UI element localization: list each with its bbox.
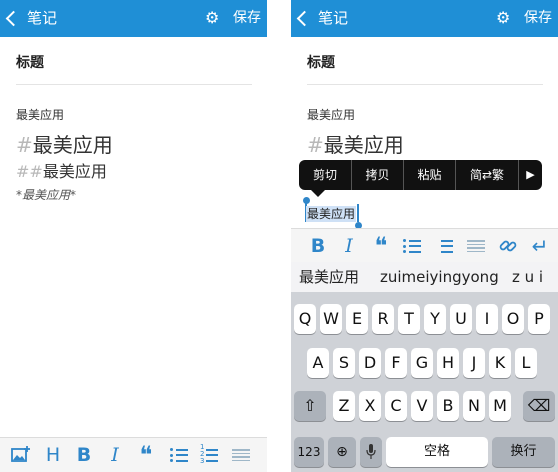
body-line-plain[interactable]: 最美应用 (16, 106, 64, 123)
key[interactable]: W (320, 304, 342, 334)
link-icon[interactable] (495, 229, 521, 263)
format-toolbar: | B I ❝ ↵ (291, 228, 558, 264)
numbered-list-icon[interactable]: 1 2 3 (200, 444, 218, 465)
body-line-h2[interactable]: ##最美应用 (16, 158, 107, 182)
h2-markdown-mark: ## (16, 162, 43, 181)
selection-end-bar (357, 204, 359, 222)
back-button[interactable]: 笔记 (5, 9, 58, 27)
space-key[interactable]: 空格 (386, 437, 488, 467)
save-button[interactable]: 保存 (524, 9, 552, 27)
menu-item-cut[interactable]: 剪切 (299, 160, 351, 190)
menu-item-paste[interactable]: 粘贴 (404, 160, 455, 190)
key[interactable]: A (307, 348, 329, 378)
candidate-3[interactable]: z u i (512, 262, 543, 292)
nav-bar: 笔记 ⚙ 保存 (0, 0, 267, 37)
key[interactable]: S (333, 348, 355, 378)
key[interactable]: L (515, 348, 537, 378)
key[interactable]: J (463, 348, 485, 378)
key[interactable]: B (437, 391, 459, 421)
key[interactable]: M (489, 391, 511, 421)
candidate-2[interactable]: zuimeiyingyong (380, 262, 499, 292)
title-input[interactable]: 标题 (16, 52, 44, 72)
chevron-left-icon (296, 10, 313, 26)
quote-button[interactable]: ❝ (133, 438, 159, 472)
bold-button[interactable]: B (71, 438, 97, 472)
selected-text[interactable]: 最美应用 (306, 206, 357, 222)
numbered-list-digits: 1 2 3 (200, 443, 205, 465)
title-input[interactable]: 标题 (307, 52, 335, 72)
h1-markdown-mark: # (307, 133, 324, 157)
heading-button[interactable]: H (40, 438, 66, 472)
context-menu: 剪切 拷贝 粘贴 简⇄繁 ▶ (299, 160, 542, 197)
body-line-plain[interactable]: 最美应用 (307, 106, 355, 123)
globe-key[interactable]: ⊕ (328, 437, 356, 467)
left-screen: 笔记 ⚙ 保存 标题 最美应用 #最美应用 ##最美应用 *最美应用* H B … (0, 0, 267, 472)
candidate-bar: 最美应用 zuimeiyingyong z u i (291, 262, 558, 293)
microphone-key[interactable] (360, 437, 382, 467)
menu-more-arrow-icon[interactable]: ▶ (519, 160, 542, 190)
key[interactable]: U (450, 304, 472, 334)
key[interactable]: Z (333, 391, 355, 421)
menu-item-convert[interactable]: 简⇄繁 (456, 160, 518, 190)
key[interactable]: C (385, 391, 407, 421)
key[interactable]: K (489, 348, 511, 378)
horizontal-rule-icon[interactable] (467, 240, 485, 252)
gear-icon[interactable]: ⚙ (496, 10, 510, 26)
key[interactable]: Y (424, 304, 446, 334)
back-label: 笔记 (27, 9, 58, 27)
h2-text: 最美应用 (42, 162, 107, 181)
key[interactable]: G (411, 348, 433, 378)
key[interactable]: O (502, 304, 524, 334)
bullet-list-icon[interactable] (170, 448, 188, 462)
toolbar-partial-icon[interactable]: | (291, 229, 303, 263)
key[interactable]: V (411, 391, 433, 421)
key[interactable]: X (359, 391, 381, 421)
candidate-1[interactable]: 最美应用 (299, 262, 359, 292)
body-line-h1[interactable]: #最美应用 (16, 129, 113, 158)
divider (307, 84, 543, 85)
bold-button[interactable]: B (305, 229, 331, 263)
nav-bar: 笔记 ⚙ 保存 (291, 0, 558, 37)
h1-text: 最美应用 (32, 133, 113, 157)
key[interactable]: Q (294, 304, 316, 334)
delete-key[interactable]: ⌫ (523, 391, 555, 421)
divider (16, 84, 252, 85)
keyboard: QWERTYUIOP ASDFGHJKL ZXCVBNM ⇧ ⌫ 123 ⊕ 空… (291, 292, 558, 472)
back-button[interactable]: 笔记 (296, 9, 349, 27)
shift-key[interactable]: ⇧ (294, 391, 326, 421)
italic-button[interactable]: I (336, 229, 362, 263)
chevron-left-icon (5, 10, 22, 26)
key[interactable]: H (437, 348, 459, 378)
key[interactable]: T (398, 304, 420, 334)
key[interactable]: F (385, 348, 407, 378)
h1-text: 最美应用 (323, 133, 404, 157)
menu-item-copy[interactable]: 拷贝 (352, 160, 403, 190)
right-screen: 笔记 ⚙ 保存 标题 最美应用 #最美应用 剪切 拷贝 粘贴 简⇄繁 ▶ 最美应… (291, 0, 558, 472)
gear-icon[interactable]: ⚙ (205, 10, 219, 26)
body-line-italic[interactable]: *最美应用* (16, 186, 76, 203)
numbered-list-icon[interactable] (435, 239, 453, 253)
italic-button[interactable]: I (102, 438, 128, 472)
h1-markdown-mark: # (16, 133, 33, 157)
body-line-h1[interactable]: #最美应用 (307, 129, 404, 158)
bullet-list-icon[interactable] (403, 239, 421, 253)
return-key[interactable]: 换行 (492, 437, 555, 467)
menu-pointer (311, 190, 325, 197)
insert-image-icon[interactable] (8, 438, 34, 472)
horizontal-rule-icon[interactable] (232, 449, 250, 461)
back-label: 笔记 (318, 9, 349, 27)
key[interactable]: P (528, 304, 550, 334)
quote-button[interactable]: ❝ (368, 229, 394, 263)
key[interactable]: R (372, 304, 394, 334)
format-toolbar: H B I ❝ 1 2 3 (0, 437, 267, 472)
return-arrow-icon[interactable]: ↵ (527, 229, 553, 263)
key[interactable]: D (359, 348, 381, 378)
save-button[interactable]: 保存 (233, 9, 261, 27)
key[interactable]: I (476, 304, 498, 334)
key[interactable]: N (463, 391, 485, 421)
key[interactable]: E (346, 304, 368, 334)
numbers-key[interactable]: 123 (294, 437, 324, 467)
